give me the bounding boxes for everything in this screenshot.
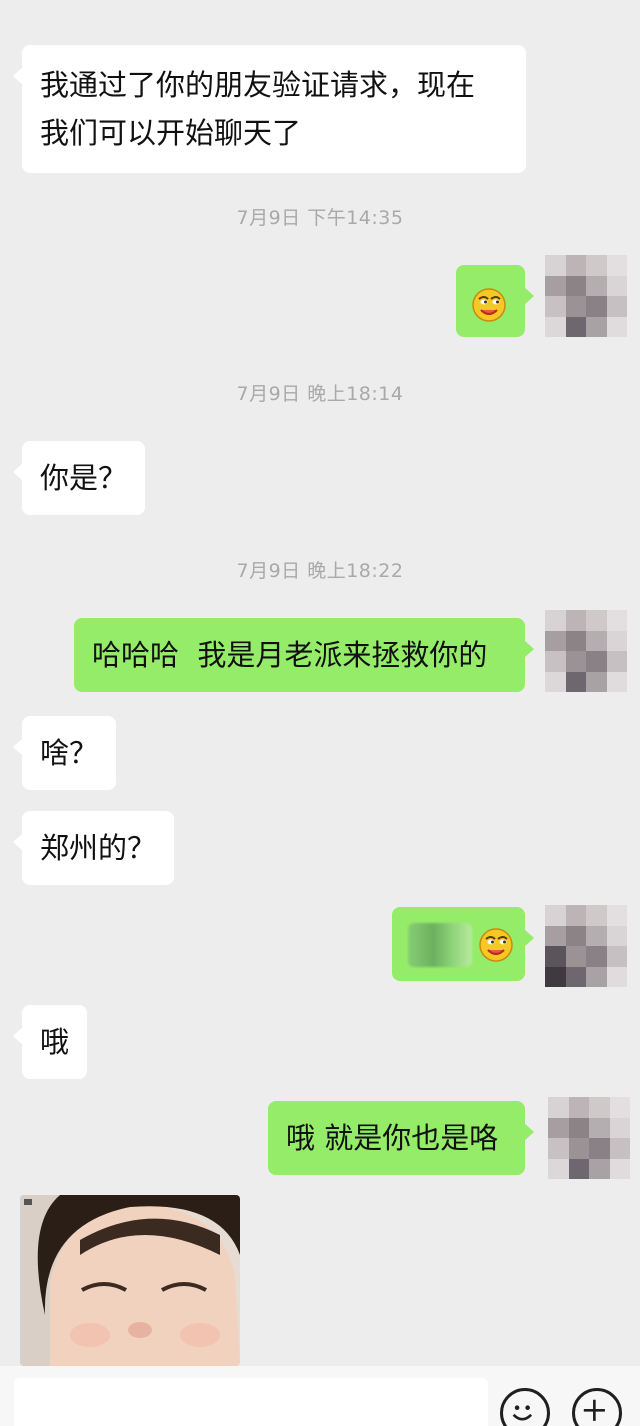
- message-text: 哦 就是你也是咯: [286, 1121, 499, 1155]
- plus-icon[interactable]: [572, 1388, 622, 1426]
- message-bubble-outgoing[interactable]: [392, 907, 534, 981]
- message-text-line: 我通过了你的朋友验证请求，现在: [40, 68, 476, 102]
- message-text: 啥？: [40, 736, 99, 770]
- message-text: 哦: [40, 1025, 70, 1059]
- chat-area[interactable]: 我通过了你的朋友验证请求，现在 我们可以开始聊天了 7月9日 下午14:35 7…: [0, 0, 640, 1366]
- message-text: 你是？: [40, 461, 128, 495]
- message-bubble-outgoing[interactable]: 哦 就是你也是咯: [268, 1101, 534, 1175]
- blurred-text: [408, 923, 472, 967]
- timestamp: 7月9日 下午14:35: [236, 207, 404, 229]
- avatar-self[interactable]: [548, 1097, 630, 1179]
- message-bubble-outgoing[interactable]: [456, 265, 534, 337]
- smirk-emoji-icon: [471, 287, 507, 323]
- message-text: 郑州的？: [40, 831, 157, 865]
- message-bubble-incoming[interactable]: 郑州的？: [12, 811, 175, 885]
- avatar-self[interactable]: [545, 905, 627, 987]
- smirk-emoji-icon: [478, 927, 514, 963]
- message-text: 哈哈哈 我是月老派来拯救你的: [92, 638, 488, 672]
- message-bubble-incoming[interactable]: 你是？: [12, 441, 146, 515]
- child-photo-image[interactable]: [20, 1195, 240, 1366]
- message-bubble-outgoing[interactable]: 哈哈哈 我是月老派来拯救你的: [74, 618, 534, 692]
- timestamp: 7月9日 晚上18:14: [236, 383, 404, 405]
- avatar-self[interactable]: [545, 610, 627, 692]
- avatar-self[interactable]: [545, 255, 627, 337]
- message-input[interactable]: [14, 1378, 488, 1426]
- message-bubble-incoming[interactable]: 啥？: [12, 716, 117, 790]
- bottom-input-bar: [0, 1366, 640, 1426]
- message-bubble-incoming[interactable]: 我通过了你的朋友验证请求，现在 我们可以开始聊天了: [13, 45, 526, 173]
- smiley-face-icon[interactable]: [500, 1388, 550, 1426]
- message-bubble-incoming[interactable]: 哦: [12, 1005, 88, 1079]
- timestamp: 7月9日 晚上18:22: [236, 560, 404, 582]
- message-text-line: 我们可以开始聊天了: [40, 116, 302, 150]
